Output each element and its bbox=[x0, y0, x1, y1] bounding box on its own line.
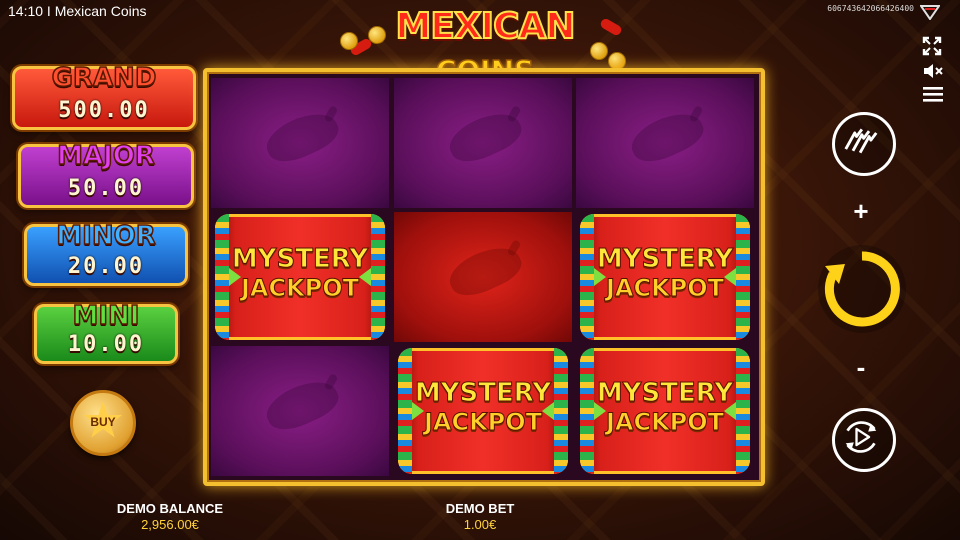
turbo-button[interactable] bbox=[832, 112, 896, 176]
mystery-text: MYSTERY bbox=[596, 378, 734, 409]
purple-chili-symbol bbox=[394, 78, 572, 208]
mystery-jackpot-symbol: MYSTERY JACKPOT bbox=[211, 212, 389, 342]
balance-value: 2,956.00€ bbox=[141, 517, 199, 532]
sound-muted-icon[interactable] bbox=[922, 61, 944, 81]
jackpot-value: 500.00 bbox=[58, 98, 150, 123]
chili-stem-icon bbox=[688, 105, 704, 123]
balance-label: DEMO BALANCE bbox=[116, 501, 224, 516]
reel-grid: MYSTERY JACKPOT MYSTERY JACKPOT MYSTERY JACKP… bbox=[203, 68, 765, 486]
mystery-text: MYSTERY bbox=[414, 378, 552, 409]
session-id: 606743642066426400 bbox=[827, 4, 914, 13]
mystery-jackpot-symbol: MYSTERY JACKPOT bbox=[394, 346, 572, 476]
autoplay-icon bbox=[845, 421, 877, 453]
chili-stem-icon bbox=[323, 105, 339, 123]
jackpot-value: 10.00 bbox=[67, 332, 145, 357]
mystery-drum: MYSTERY JACKPOT bbox=[580, 348, 750, 474]
mystery-drum: MYSTERY JACKPOT bbox=[398, 348, 568, 474]
mystery-text: MYSTERY bbox=[231, 244, 369, 275]
chili-stem-icon bbox=[323, 373, 339, 391]
provider-logo-icon bbox=[920, 5, 940, 20]
jackpot-mini: MINI 10.00 bbox=[34, 300, 178, 364]
jackpot-value: 20.00 bbox=[67, 254, 145, 279]
mystery-drum: MYSTERY JACKPOT bbox=[215, 214, 385, 340]
bet-value: 1.00€ bbox=[463, 517, 497, 532]
jackpot-major: MAJOR 50.00 bbox=[18, 140, 194, 208]
autoplay-button[interactable] bbox=[832, 408, 896, 472]
jackpot-label: MINI bbox=[72, 300, 140, 332]
jackpot-text: JACKPOT bbox=[605, 274, 725, 303]
jackpot-label: GRAND bbox=[51, 62, 157, 94]
decrease-bet-button[interactable]: - bbox=[846, 352, 876, 382]
mystery-jackpot-symbol: MYSTERY JACKPOT bbox=[576, 346, 754, 476]
jackpot-text: JACKPOT bbox=[240, 274, 360, 303]
coin-decoration-icon bbox=[340, 32, 358, 50]
jackpot-text: JACKPOT bbox=[605, 408, 725, 437]
turbo-icon bbox=[844, 128, 878, 154]
purple-chili-symbol bbox=[211, 346, 389, 476]
buy-bonus-button[interactable]: BUY bbox=[70, 390, 136, 456]
chili-stem-icon bbox=[506, 105, 522, 123]
red-chili-symbol bbox=[394, 212, 572, 342]
jackpot-value: 50.00 bbox=[67, 176, 145, 201]
window-title: 14:10 I Mexican Coins bbox=[8, 3, 147, 19]
chili-stem-icon bbox=[506, 239, 522, 257]
mystery-jackpot-symbol: MYSTERY JACKPOT bbox=[576, 212, 754, 342]
jackpot-label: MAJOR bbox=[56, 140, 155, 172]
spin-button[interactable] bbox=[817, 244, 907, 334]
increase-bet-button[interactable]: + bbox=[846, 196, 876, 226]
mystery-drum: MYSTERY JACKPOT bbox=[580, 214, 750, 340]
jackpot-text: JACKPOT bbox=[423, 408, 543, 437]
menu-icon[interactable] bbox=[923, 86, 943, 102]
bet-label: DEMO BET bbox=[445, 501, 515, 516]
fullscreen-icon[interactable] bbox=[922, 36, 942, 56]
jackpot-minor: MINOR 20.00 bbox=[24, 220, 188, 286]
jackpot-label: MINOR bbox=[56, 220, 157, 252]
purple-chili-symbol bbox=[211, 78, 389, 208]
purple-chili-symbol bbox=[576, 78, 754, 208]
mystery-text: MYSTERY bbox=[596, 244, 734, 275]
jackpot-grand: GRAND 500.00 bbox=[12, 62, 196, 130]
logo-title: MEXICAN bbox=[395, 5, 577, 48]
buy-label: BUY bbox=[90, 415, 116, 429]
